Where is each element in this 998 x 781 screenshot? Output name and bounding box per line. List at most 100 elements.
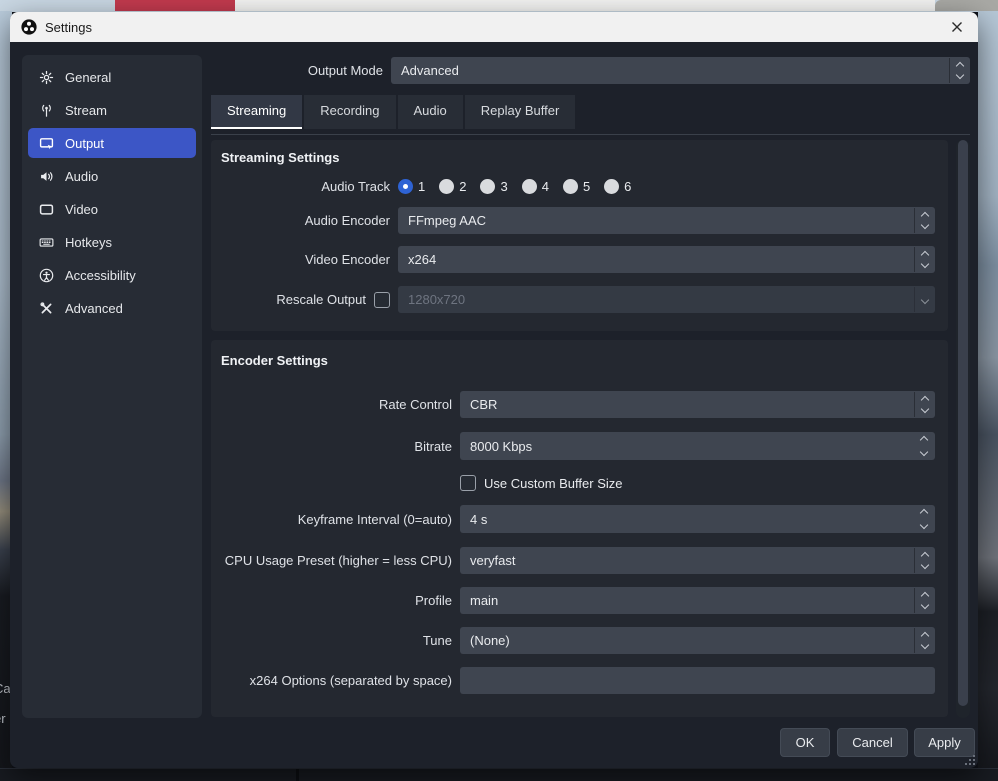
radio-selected-icon	[398, 179, 413, 194]
spinner[interactable]	[914, 247, 935, 272]
chevron-down-icon	[921, 405, 929, 413]
sidebar-item-advanced[interactable]: Advanced	[28, 293, 196, 323]
video-encoder-value: x264	[408, 252, 436, 267]
tune-label: Tune	[221, 633, 452, 648]
cpu-preset-select[interactable]: veryfast	[460, 547, 935, 574]
chevron-up-icon[interactable]	[920, 436, 928, 444]
chevron-down-icon[interactable]	[920, 448, 928, 456]
sidebar-item-label: Stream	[65, 103, 107, 118]
x264-options-input[interactable]	[460, 667, 935, 694]
scrollbar-thumb[interactable]	[958, 140, 968, 706]
background-window-titlebar	[235, 0, 935, 11]
audio-encoder-select[interactable]: FFmpeg AAC	[398, 207, 935, 234]
desktop-right-strip	[978, 11, 998, 781]
radio-icon	[480, 179, 495, 194]
spinner[interactable]	[914, 588, 935, 613]
spinner[interactable]	[914, 548, 935, 573]
tune-select[interactable]: (None)	[460, 627, 935, 654]
tab-recording[interactable]: Recording	[304, 95, 395, 129]
resize-grip-icon[interactable]	[965, 755, 975, 765]
radio-label: 5	[583, 179, 590, 194]
sidebar-item-hotkeys[interactable]: Hotkeys	[28, 227, 196, 257]
apply-button[interactable]: Apply	[914, 728, 975, 757]
sidebar-item-audio[interactable]: Audio	[28, 161, 196, 191]
bitrate-label: Bitrate	[221, 439, 452, 454]
video-encoder-select[interactable]: x264	[398, 246, 935, 273]
sidebar-item-accessibility[interactable]: Accessibility	[28, 260, 196, 290]
output-tabs: Streaming Recording Audio Replay Buffer	[211, 95, 575, 129]
radio-track-6[interactable]: 6	[604, 179, 631, 194]
sidebar-item-video[interactable]: Video	[28, 194, 196, 224]
chevron-up-icon	[956, 62, 964, 70]
audio-encoder-label: Audio Encoder	[221, 213, 390, 228]
sidebar-item-label: Hotkeys	[65, 235, 112, 250]
output-mode-row: Output Mode Advanced	[211, 57, 970, 84]
profile-select[interactable]: main	[460, 587, 935, 614]
chevron-up-icon	[921, 396, 929, 404]
custom-buffer-label[interactable]: Use Custom Buffer Size	[484, 476, 622, 491]
keyboard-icon	[38, 235, 55, 250]
radio-track-2[interactable]: 2	[439, 179, 466, 194]
rescale-resolution-select[interactable]: 1280x720	[398, 286, 935, 313]
radio-track-3[interactable]: 3	[480, 179, 507, 194]
chevron-down-icon	[921, 221, 929, 229]
chevron-up-icon[interactable]	[920, 509, 928, 517]
sidebar-item-label: Audio	[65, 169, 98, 184]
radio-track-1[interactable]: 1	[398, 179, 425, 194]
chevron-down-icon[interactable]	[920, 521, 928, 529]
radio-icon	[563, 179, 578, 194]
sidebar-item-label: Output	[65, 136, 104, 151]
custom-buffer-checkbox[interactable]	[460, 475, 476, 491]
close-button[interactable]	[944, 15, 970, 39]
sidebar-item-stream[interactable]: Stream	[28, 95, 196, 125]
radio-track-4[interactable]: 4	[522, 179, 549, 194]
tab-audio[interactable]: Audio	[398, 95, 463, 129]
chevron-up-icon	[921, 632, 929, 640]
sidebar-item-label: Advanced	[65, 301, 123, 316]
ok-button[interactable]: OK	[780, 728, 830, 757]
spinner[interactable]	[914, 392, 935, 417]
gear-icon	[38, 70, 55, 85]
radio-icon	[439, 179, 454, 194]
cpu-preset-label: CPU Usage Preset (higher = less CPU)	[221, 553, 452, 568]
rate-control-row: Rate Control CBR	[221, 391, 935, 418]
keyframe-interval-spinbox[interactable]: 4 s	[460, 505, 935, 533]
rate-control-select[interactable]: CBR	[460, 391, 935, 418]
cancel-button[interactable]: Cancel	[837, 728, 908, 757]
sidebar-item-general[interactable]: General	[28, 62, 196, 92]
output-mode-value: Advanced	[401, 63, 459, 78]
rescale-output-row: Rescale Output 1280x720	[221, 286, 935, 313]
chevron-down-icon	[921, 561, 929, 569]
radio-label: 4	[542, 179, 549, 194]
video-encoder-row: Video Encoder x264	[221, 246, 935, 273]
output-mode-select[interactable]: Advanced	[391, 57, 970, 84]
audio-track-label: Audio Track	[221, 179, 390, 194]
sidebar-item-output[interactable]: Output	[28, 128, 196, 158]
background-window-corner	[935, 0, 998, 11]
chevron-up-icon	[921, 212, 929, 220]
encoder-settings-panel: Encoder Settings Rate Control CBR Bitrat…	[211, 340, 948, 717]
chevron-down-icon	[921, 641, 929, 649]
chevron-down-icon	[921, 601, 929, 609]
radio-track-5[interactable]: 5	[563, 179, 590, 194]
radio-icon	[522, 179, 537, 194]
rescale-output-checkbox[interactable]	[374, 292, 390, 308]
spinner[interactable]	[914, 287, 935, 312]
speaker-icon	[38, 169, 55, 184]
tune-row: Tune (None)	[221, 627, 935, 654]
tab-streaming[interactable]: Streaming	[211, 95, 302, 129]
desktop: { "window": { "title": "Settings" }, "si…	[0, 0, 998, 781]
x264-options-row: x264 Options (separated by space)	[221, 667, 935, 694]
profile-row: Profile main	[221, 587, 935, 614]
spinner[interactable]	[914, 208, 935, 233]
bitrate-spinbox[interactable]: 8000 Kbps	[460, 432, 935, 460]
accessibility-icon	[38, 268, 55, 283]
titlebar[interactable]: Settings	[10, 12, 978, 42]
x264-options-label: x264 Options (separated by space)	[221, 673, 452, 688]
stream-icon	[38, 103, 55, 118]
monitor-icon	[38, 202, 55, 217]
tab-replay-buffer[interactable]: Replay Buffer	[465, 95, 576, 129]
video-encoder-label: Video Encoder	[221, 252, 390, 267]
spinner[interactable]	[949, 58, 970, 83]
spinner[interactable]	[914, 628, 935, 653]
